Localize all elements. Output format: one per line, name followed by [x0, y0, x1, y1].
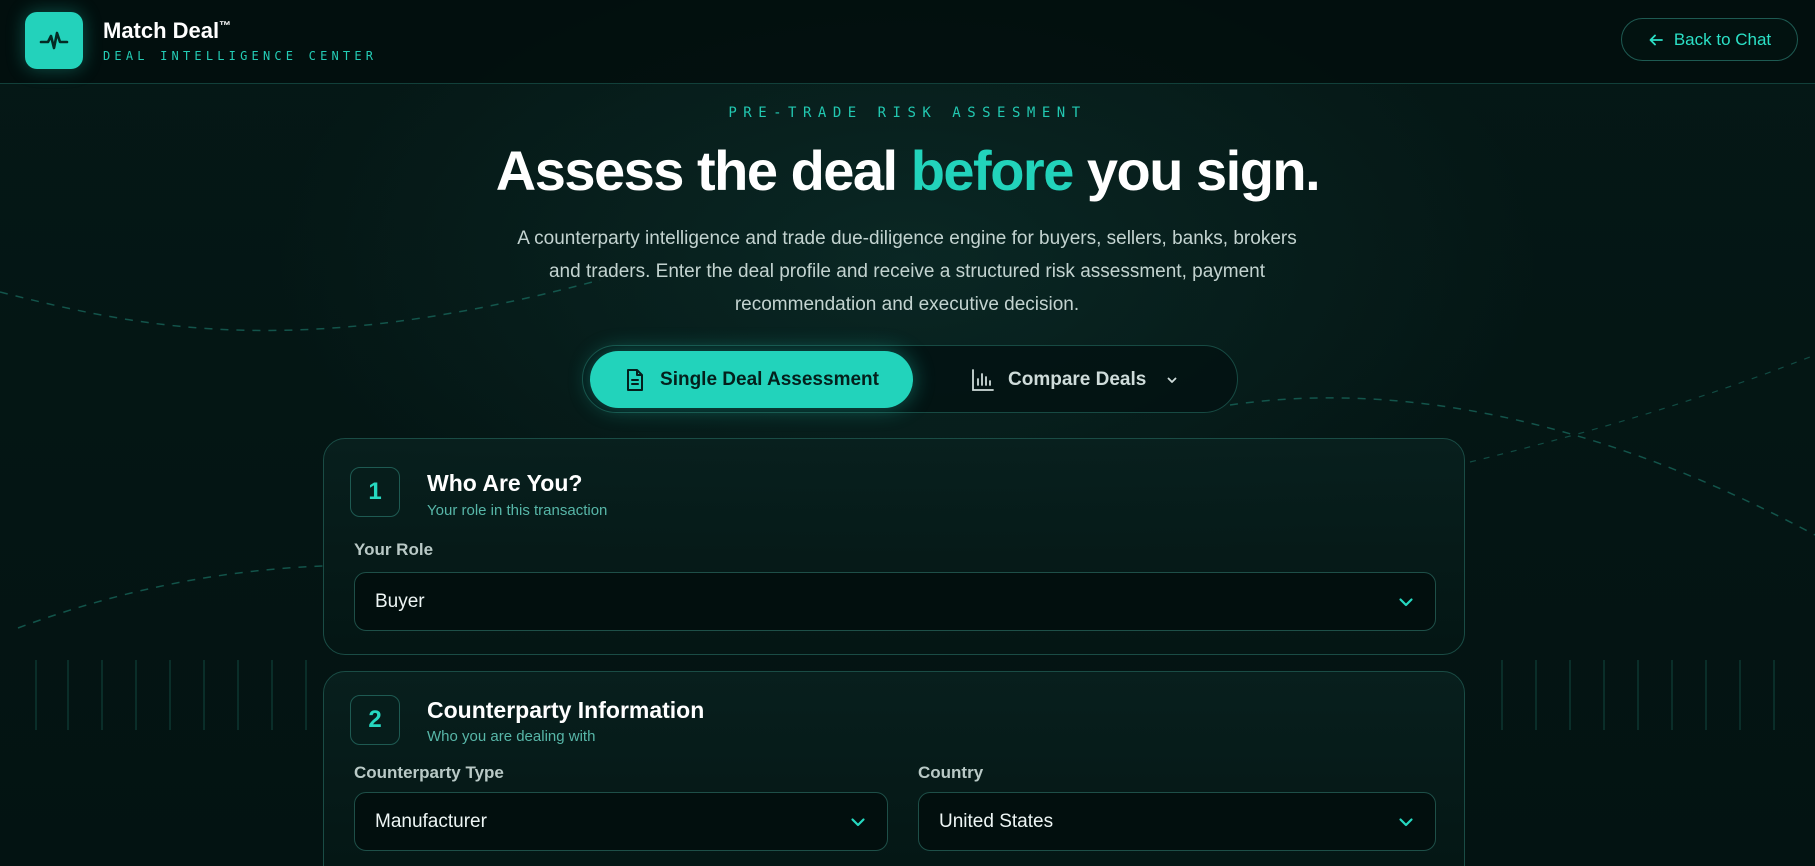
tab-label: Single Deal Assessment [660, 368, 879, 390]
brand-subtitle: DEAL INTELLIGENCE CENTER [103, 49, 378, 63]
tab-single-deal-assessment[interactable]: Single Deal Assessment [590, 351, 913, 408]
trademark-mark: ™ [219, 18, 232, 33]
back-to-chat-button[interactable]: Back to Chat [1621, 18, 1798, 61]
section-title: Counterparty Information [427, 697, 705, 723]
counterparty-type-value: Manufacturer [375, 810, 487, 832]
step-number-badge: 1 [350, 467, 400, 517]
brand-title: Match Deal™ [103, 18, 231, 44]
brand-name: Match Deal [103, 18, 220, 43]
section-title: Who Are You? [427, 470, 583, 496]
section-subtitle: Who you are dealing with [427, 728, 596, 745]
document-icon [627, 368, 644, 391]
page-title: Assess the deal before you sign. [0, 138, 1815, 203]
chevron-down-icon [1395, 811, 1417, 833]
section-counterparty-information: 2 Counterparty Information Who you are d… [323, 671, 1465, 866]
title-part-2: you sign. [1072, 139, 1321, 202]
title-accent: before [910, 139, 1075, 202]
hero-eyebrow: PRE-TRADE RISK ASSESMENT [728, 105, 1087, 121]
your-role-value: Buyer [375, 590, 425, 612]
your-role-select[interactable]: Buyer [354, 572, 1436, 631]
your-role-label: Your Role [354, 540, 434, 559]
country-select[interactable]: United States [918, 792, 1436, 851]
app-header: Match Deal™ DEAL INTELLIGENCE CENTER Bac… [0, 0, 1815, 84]
step-number-badge: 2 [350, 695, 400, 745]
back-to-chat-label: Back to Chat [1673, 29, 1772, 49]
arrow-left-icon [1649, 34, 1663, 45]
chevron-down-icon [1167, 377, 1177, 383]
bar-chart-icon [972, 368, 994, 391]
chevron-down-icon [847, 811, 869, 833]
pulse-icon [39, 31, 69, 49]
chevron-down-icon [1395, 591, 1417, 613]
title-part-1: Assess the deal [495, 139, 911, 202]
country-value: United States [939, 810, 1054, 832]
counterparty-type-select[interactable]: Manufacturer [354, 792, 888, 851]
tab-compare-deals[interactable]: Compare Deals [971, 351, 1211, 408]
app-logo[interactable] [25, 12, 83, 69]
counterparty-type-label: Counterparty Type [354, 763, 504, 782]
country-label: Country [918, 763, 984, 782]
section-who-are-you: 1 Who Are You? Your role in this transac… [323, 438, 1465, 655]
hero-description: A counterparty intelligence and trade du… [517, 228, 1297, 315]
tab-label: Compare Deals [1008, 368, 1147, 390]
mode-switch: Single Deal Assessment Compare Deals [582, 345, 1238, 413]
section-subtitle: Your role in this transaction [427, 502, 608, 519]
